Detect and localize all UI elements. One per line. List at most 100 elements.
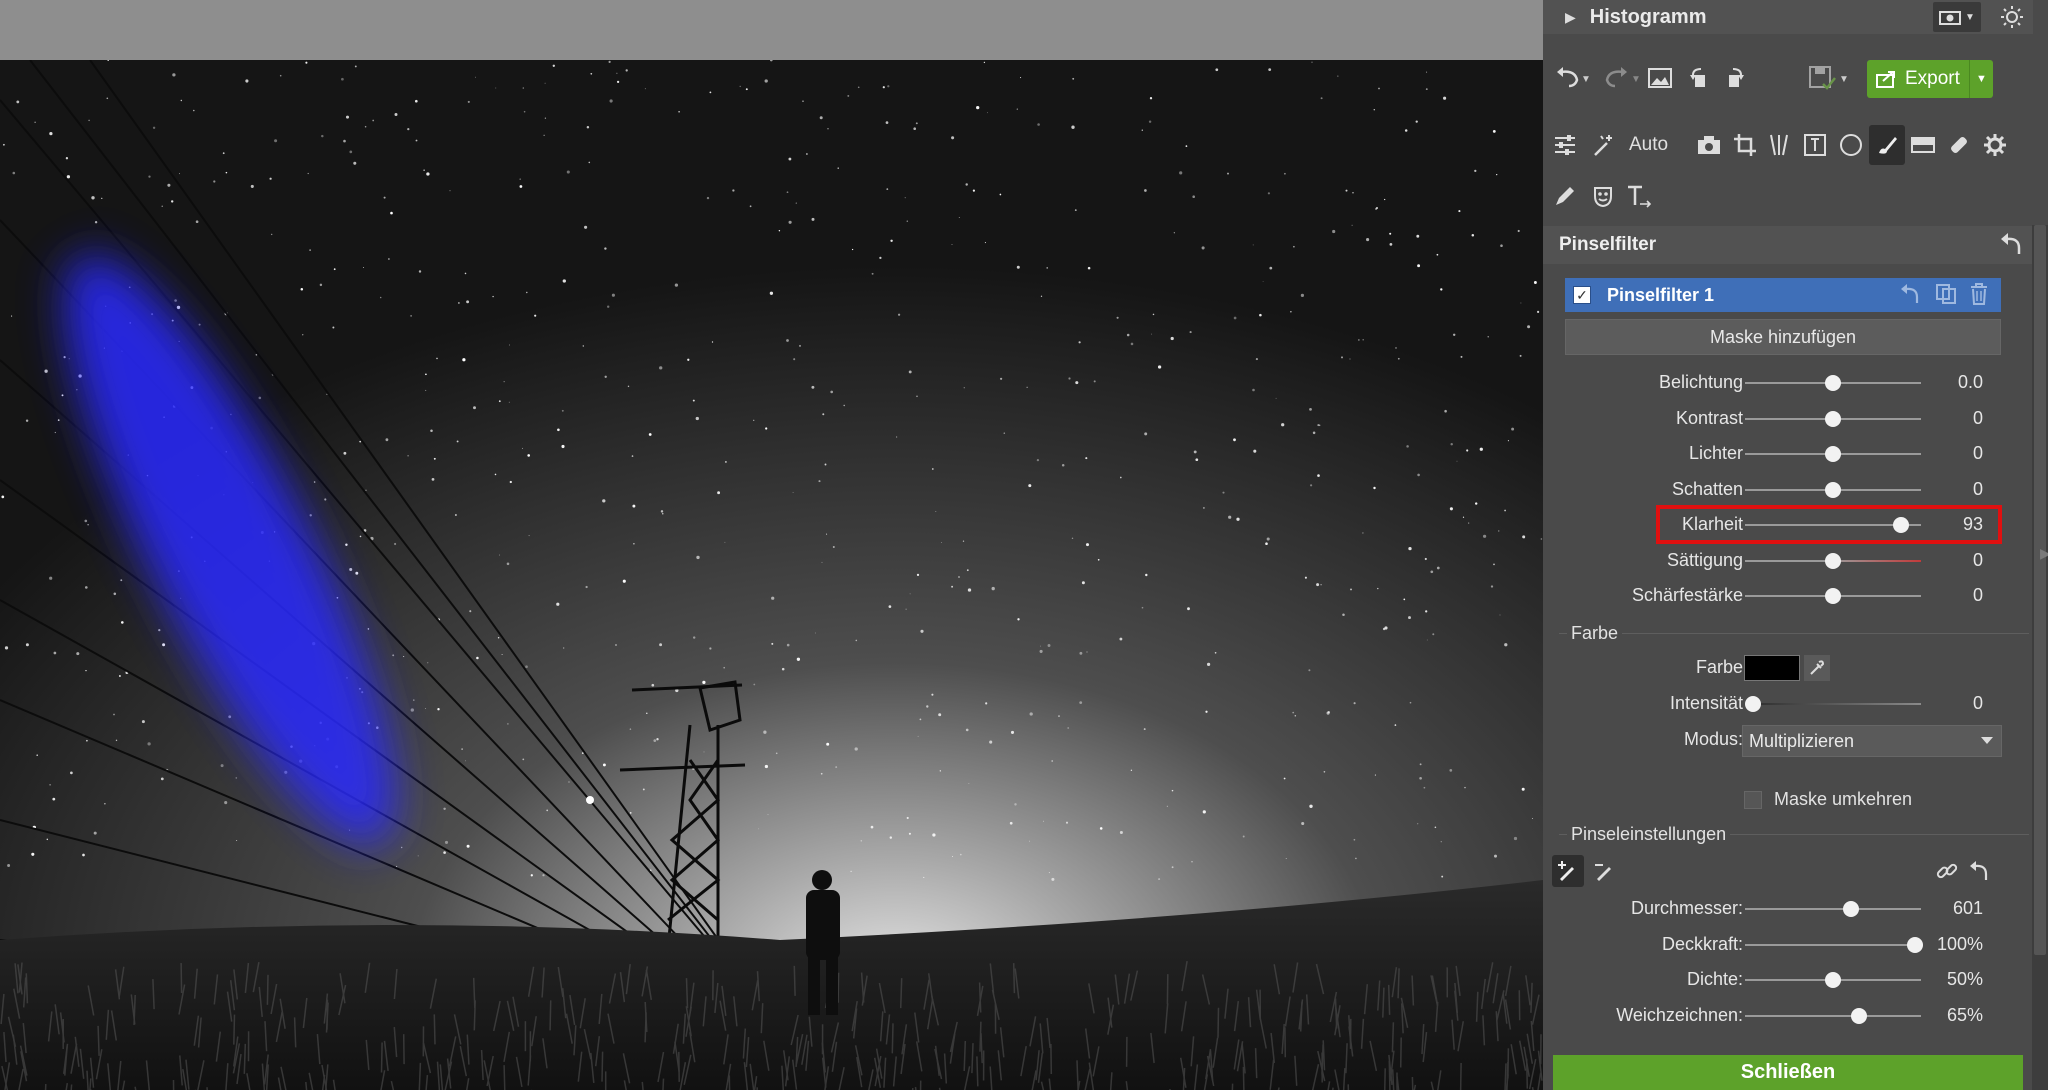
gradient-filter-icon[interactable] xyxy=(1905,125,1941,165)
slider-label: Kontrast xyxy=(1675,407,1743,428)
redo-history-chevron-icon[interactable]: ▼ xyxy=(1631,74,1641,85)
trash-icon[interactable] xyxy=(1969,283,1989,305)
expand-arrow-icon[interactable]: ▶ xyxy=(1565,9,1576,26)
slider-knob[interactable] xyxy=(1842,901,1859,917)
color-label: Farbe xyxy=(1695,657,1743,677)
brush-slider-row[interactable]: Weichzeichnen: 65% xyxy=(1543,1001,2033,1031)
histogram-header[interactable]: ▶ Histogramm ▼ xyxy=(1543,0,2033,34)
canvas-top-strip xyxy=(0,0,1543,60)
brush-slider-row[interactable]: Durchmesser: 601 xyxy=(1543,894,2033,924)
slider-knob[interactable] xyxy=(1907,936,1923,953)
adjustments-icon[interactable] xyxy=(1547,125,1583,165)
slider-label: Sättigung xyxy=(1666,549,1743,570)
radial-filter-icon[interactable] xyxy=(1833,125,1869,165)
color-swatch[interactable] xyxy=(1744,655,1800,681)
slider-track[interactable] xyxy=(1745,1014,1921,1017)
brush-add-icon[interactable] xyxy=(1552,855,1584,887)
invert-mask-checkbox[interactable]: Maske umkehren xyxy=(1744,789,1912,810)
brush-slider-row[interactable]: Dichte: 50% xyxy=(1543,965,2033,995)
slider-label: Schatten xyxy=(1671,478,1743,499)
sun-icon[interactable] xyxy=(2000,5,2024,29)
export-dropdown-chevron-icon[interactable]: ▼ xyxy=(1969,60,1993,98)
slider-label: Belichtung xyxy=(1658,372,1743,392)
filter-reset-icon[interactable] xyxy=(1899,283,1921,305)
filter-enabled-checkbox[interactable]: ✓ xyxy=(1573,286,1591,304)
image-icon[interactable] xyxy=(1647,66,1673,90)
intensity-slider[interactable]: Intensität 0 xyxy=(1543,689,2033,719)
slider-row[interactable]: Kontrast 0 xyxy=(1543,404,2033,434)
divider xyxy=(1559,633,2029,634)
color-group-label: Farbe xyxy=(1567,623,1623,644)
brush-slider-row[interactable]: Deckkraft: 100% xyxy=(1543,930,2033,960)
brush-reset-icon[interactable] xyxy=(1963,855,1995,887)
undo-history-chevron-icon[interactable]: ▼ xyxy=(1581,74,1591,85)
export-button[interactable]: Export ▼ xyxy=(1867,60,1993,98)
slider-value: 601 xyxy=(1952,898,1983,918)
crop-icon[interactable] xyxy=(1727,125,1763,165)
add-mask-button[interactable]: Maske hinzufügen xyxy=(1565,319,2001,355)
rotate-right-icon[interactable] xyxy=(1719,66,1747,90)
perspective-icon[interactable] xyxy=(1761,125,1797,165)
chevron-down-icon: ▼ xyxy=(1965,11,1975,23)
magic-wand-icon[interactable] xyxy=(1585,125,1621,165)
brush-settings-label: Pinseleinstellungen xyxy=(1567,824,1731,845)
slider-track[interactable] xyxy=(1745,908,1921,910)
photo-canvas[interactable] xyxy=(0,60,1543,1090)
brush-erase-icon[interactable] xyxy=(1589,855,1621,887)
eyedropper-icon[interactable] xyxy=(1804,655,1830,681)
camera-settings-icon[interactable] xyxy=(1691,125,1727,165)
filter-name: Pinselfilter 1 xyxy=(1607,284,1715,305)
healing-bandage-icon[interactable] xyxy=(1941,125,1977,165)
chevron-down-icon xyxy=(1981,737,1993,744)
slider-knob[interactable] xyxy=(1825,552,1841,569)
section-title: Pinselfilter xyxy=(1559,234,1657,255)
eraser-pen-icon[interactable] xyxy=(1547,176,1583,216)
slider-row[interactable]: Schärfestärke 0 xyxy=(1543,581,2033,611)
slider-knob[interactable] xyxy=(1825,375,1841,391)
gear-icon[interactable] xyxy=(1977,125,2013,165)
invert-mask-box[interactable] xyxy=(1744,790,1762,809)
duplicate-icon[interactable] xyxy=(1935,283,1957,305)
slider-knob[interactable] xyxy=(1825,588,1841,604)
slider-knob[interactable] xyxy=(1851,1007,1868,1024)
slider-knob[interactable] xyxy=(1825,446,1841,462)
slider-track[interactable] xyxy=(1745,943,1921,946)
slider-knob[interactable] xyxy=(1825,972,1841,988)
slider-knob[interactable] xyxy=(1825,410,1841,427)
text-frame-icon[interactable] xyxy=(1797,125,1833,165)
view-mode-dropdown[interactable]: ▼ xyxy=(1933,2,1981,32)
slider-row[interactable]: Sättigung 0 xyxy=(1543,546,2033,576)
slider-label: Schärfestärke xyxy=(1631,585,1743,605)
slider-row[interactable]: Belichtung 0.0 xyxy=(1543,368,2033,398)
slider-row[interactable]: Lichter 0 xyxy=(1543,439,2033,469)
brush-settings-header: Pinseleinstellungen xyxy=(1559,822,2029,846)
export-icon xyxy=(1875,69,1897,89)
text-tool-icon[interactable] xyxy=(1621,176,1657,216)
brush-filter-item[interactable]: ✓ Pinselfilter 1 xyxy=(1565,278,2001,312)
auto-button[interactable]: Auto xyxy=(1629,134,1668,156)
close-button[interactable]: Schließen xyxy=(1553,1055,2023,1090)
blend-mode-select[interactable]: Multiplizieren xyxy=(1742,725,2002,757)
save-options-chevron-icon[interactable]: ▼ xyxy=(1839,74,1849,85)
slider-value: 50% xyxy=(1946,969,1983,989)
panel-scrollbar[interactable] xyxy=(2032,225,2048,1090)
undo-icon[interactable] xyxy=(1553,66,1581,90)
slider-value: 0 xyxy=(1972,478,1983,499)
redo-icon[interactable] xyxy=(1603,66,1631,90)
intensity-knob[interactable] xyxy=(1745,696,1761,712)
slider-value: 0 xyxy=(1972,585,1983,605)
mode-label: Modus: xyxy=(1683,729,1743,749)
scrollbar-thumb[interactable] xyxy=(2034,225,2046,955)
save-icon[interactable] xyxy=(1807,64,1837,92)
slider-label: Dichte: xyxy=(1686,969,1743,989)
collapse-panel-arrow-icon[interactable]: ▶ xyxy=(2040,545,2048,562)
reset-section-icon[interactable] xyxy=(1999,232,2023,256)
face-mask-icon[interactable] xyxy=(1585,176,1621,216)
slider-knob[interactable] xyxy=(1825,481,1841,498)
intensity-track[interactable] xyxy=(1745,703,1921,705)
rotate-left-icon[interactable] xyxy=(1687,66,1715,90)
slider-value: 0 xyxy=(1972,549,1983,570)
slider-row[interactable]: Schatten 0 xyxy=(1543,475,2033,505)
link-icon[interactable] xyxy=(1931,855,1963,887)
brush-filter-icon[interactable] xyxy=(1869,125,1905,165)
